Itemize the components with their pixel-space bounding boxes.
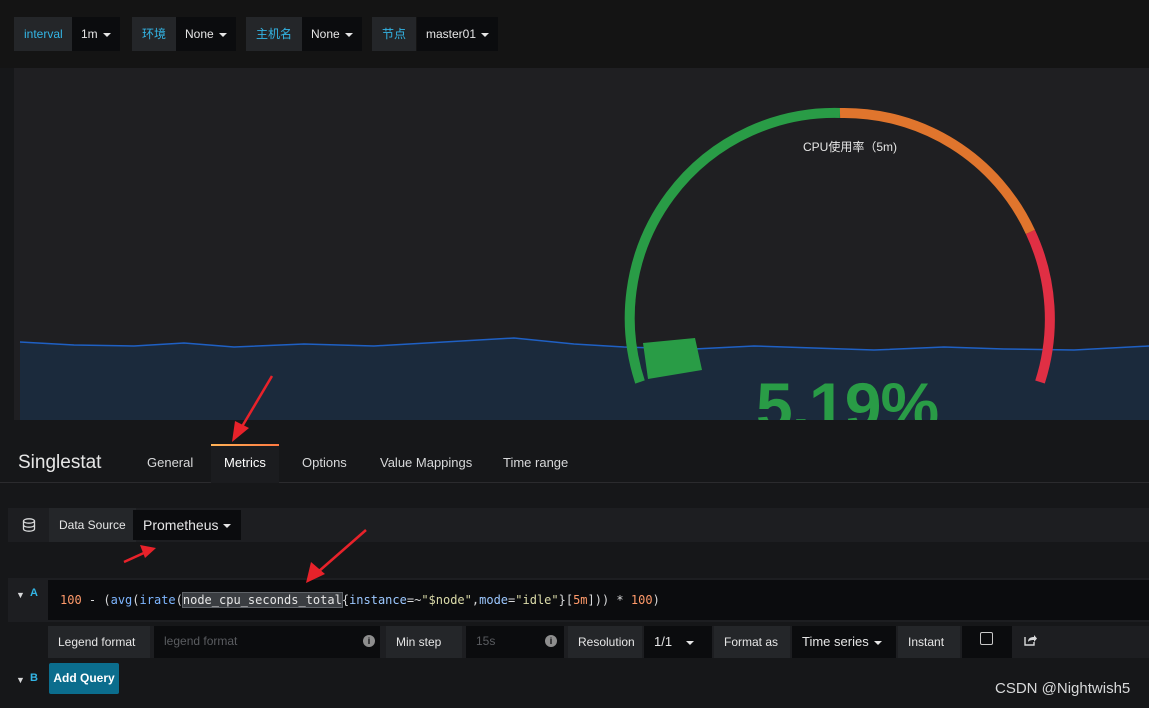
collapse-query-a-icon[interactable]: ▼ <box>16 590 25 600</box>
share-icon[interactable] <box>1024 634 1038 646</box>
query-letter-b: B <box>30 672 38 684</box>
expr-token: 100 <box>60 593 82 607</box>
caret-down-icon <box>873 640 882 645</box>
query-letter-a: A <box>30 587 38 599</box>
variable-select-hostname[interactable]: None <box>302 17 362 51</box>
instant-label: Instant <box>898 626 960 658</box>
variable-value: 1m <box>81 27 98 41</box>
editor-title: Singlestat <box>18 452 102 473</box>
active-tab-indicator <box>211 444 279 446</box>
min-step-placeholder: 15s <box>476 634 496 648</box>
panel-graphics <box>19 107 1149 420</box>
gauge-arc-warn <box>839 107 1035 235</box>
tab-time-range[interactable]: Time range <box>503 455 568 470</box>
variable-value: None <box>311 27 340 41</box>
legend-format-input[interactable]: legend format i <box>154 626 380 658</box>
format-as-label: Format as <box>714 626 790 658</box>
expr-token: =~ <box>406 593 422 607</box>
variable-label-node: 节点 <box>372 17 417 51</box>
instant-checkbox[interactable] <box>980 632 993 645</box>
expr-token: { <box>341 593 350 607</box>
query-expression[interactable]: 100 - (avg(irate(node_cpu_seconds_total{… <box>60 592 660 608</box>
variable-label-hostname: 主机名 <box>246 17 303 51</box>
editor-tabbar <box>0 420 1149 483</box>
tab-metrics[interactable]: Metrics <box>224 455 266 470</box>
expr-token: ( <box>175 593 183 607</box>
expr-token: }[ <box>558 593 574 607</box>
caret-down-icon <box>481 32 490 37</box>
variable-label-env: 环境 <box>132 17 177 51</box>
info-icon[interactable]: i <box>545 635 557 647</box>
expr-token: irate <box>139 593 176 607</box>
caret-down-icon <box>686 640 695 645</box>
annotation-arrow-datasource <box>123 545 156 564</box>
resolution-select[interactable]: 1/1 <box>644 626 712 658</box>
expr-token: 5m <box>573 593 588 607</box>
sparkline-area <box>20 338 1149 420</box>
variable-label-interval: interval <box>14 17 73 51</box>
legend-format-label: Legend format <box>48 626 150 658</box>
variable-select-node[interactable]: master01 <box>417 17 499 51</box>
expr-token: - ( <box>81 593 111 607</box>
expr-token: 100 <box>630 593 653 607</box>
add-query-button[interactable]: Add Query <box>49 663 119 694</box>
variable-value: None <box>185 27 214 41</box>
expr-token: mode <box>479 593 509 607</box>
caret-down-icon <box>344 32 353 37</box>
datasource-value: Prometheus <box>143 517 219 533</box>
caret-down-icon <box>223 524 232 529</box>
variable-select-interval[interactable]: 1m <box>72 17 120 51</box>
panel-title: CPU使用率（5m) <box>802 140 897 154</box>
expr-token: ( <box>132 593 140 607</box>
variable-value: master01 <box>426 27 477 41</box>
tab-general[interactable]: General <box>147 455 193 470</box>
collapse-query-b-icon[interactable]: ▼ <box>16 675 25 685</box>
singlestat-panel-preview: CPU使用率（5m) 5.19% <box>14 68 1149 443</box>
format-as-value: Time series <box>802 634 869 649</box>
datasource-label: Data Source <box>49 508 136 542</box>
expr-token: "$node" <box>421 593 472 607</box>
expr-token: ])) * <box>587 593 631 607</box>
expr-metric-selected: node_cpu_seconds_total <box>181 592 343 608</box>
database-icon <box>22 518 36 532</box>
resolution-label: Resolution <box>568 626 642 658</box>
format-as-select[interactable]: Time series <box>792 626 896 658</box>
legend-format-placeholder: legend format <box>164 634 238 648</box>
expr-token: "idle" <box>515 593 559 607</box>
watermark-text: CSDN @Nightwish5 <box>995 680 1131 697</box>
min-step-input[interactable]: 15s i <box>466 626 564 658</box>
variable-select-env[interactable]: None <box>176 17 236 51</box>
expr-token: avg <box>110 593 133 607</box>
tab-value-mappings[interactable]: Value Mappings <box>380 455 472 470</box>
min-step-label: Min step <box>386 626 462 658</box>
tab-options[interactable]: Options <box>302 455 347 470</box>
info-icon[interactable]: i <box>363 635 375 647</box>
caret-down-icon <box>218 32 227 37</box>
datasource-select[interactable]: Prometheus <box>133 510 242 540</box>
expr-token: ) <box>652 593 660 607</box>
caret-down-icon <box>102 32 111 37</box>
expr-token: instance <box>349 593 407 607</box>
resolution-value: 1/1 <box>654 634 673 649</box>
